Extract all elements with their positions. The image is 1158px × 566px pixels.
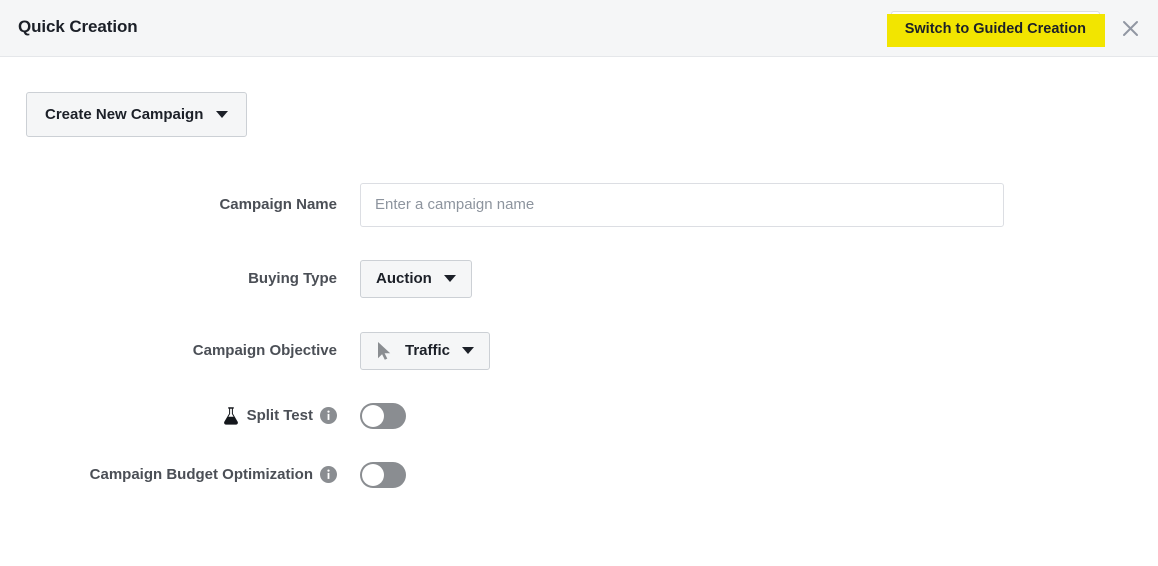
buying-type-control: Auction (337, 259, 472, 298)
buying-type-label: Buying Type (248, 270, 337, 287)
form-row-buying-type: Buying Type Auction (0, 242, 1158, 315)
cursor-arrow-icon (378, 341, 391, 360)
close-button[interactable] (1116, 15, 1144, 43)
form-row-campaign-objective: Campaign Objective Traffic (0, 315, 1158, 386)
campaign-objective-control: Traffic (337, 331, 491, 370)
dialog-body: Create New Campaign Campaign Name Buying… (0, 57, 1158, 566)
campaign-objective-label: Campaign Objective (192, 342, 337, 359)
quick-creation-form: Campaign Name Buying Type Auction Campai… (0, 167, 1158, 504)
create-new-campaign-button[interactable]: Create New Campaign (26, 92, 248, 137)
info-icon[interactable] (320, 466, 337, 483)
switch-to-guided-creation-label: Switch to Guided Creation (904, 20, 1086, 37)
create-new-campaign-label: Create New Campaign (45, 106, 204, 123)
split-test-label: Split Test (246, 407, 313, 424)
campaign-budget-optimization-toggle[interactable] (360, 461, 406, 488)
close-icon (1122, 21, 1138, 36)
split-test-toggle[interactable] (360, 402, 406, 429)
form-row-split-test: Split Test (0, 386, 1158, 445)
chevron-down-icon (216, 111, 229, 118)
campaign-budget-optimization-control (337, 461, 406, 488)
form-row-campaign-name: Campaign Name (0, 167, 1158, 242)
campaign-budget-optimization-label: Campaign Budget Optimization (89, 466, 313, 483)
header-actions: Switch to Guided Creation (886, 0, 1144, 57)
chevron-down-icon (443, 275, 456, 282)
toggle-knob (362, 404, 384, 427)
campaign-name-control (337, 182, 1004, 227)
form-row-campaign-budget-optimization: Campaign Budget Optimization (0, 445, 1158, 504)
campaign-name-input[interactable] (360, 182, 1004, 227)
dialog-header: Quick Creation Switch to Guided Creation (0, 0, 1158, 57)
flask-icon (223, 406, 238, 425)
buying-type-dropdown[interactable]: Auction (360, 259, 472, 298)
info-icon[interactable] (320, 407, 337, 424)
switch-to-guided-creation-button[interactable]: Switch to Guided Creation (886, 11, 1105, 47)
campaign-budget-optimization-label-group: Campaign Budget Optimization (0, 466, 337, 483)
page-title: Quick Creation (18, 17, 138, 36)
buying-type-value: Auction (376, 270, 432, 287)
campaign-objective-value: Traffic (405, 342, 451, 359)
split-test-control (337, 402, 406, 429)
split-test-label-group: Split Test (0, 406, 337, 426)
campaign-name-label: Campaign Name (219, 196, 337, 213)
chevron-down-icon (462, 347, 475, 354)
campaign-objective-dropdown[interactable]: Traffic (360, 331, 491, 370)
toggle-knob (362, 463, 384, 486)
